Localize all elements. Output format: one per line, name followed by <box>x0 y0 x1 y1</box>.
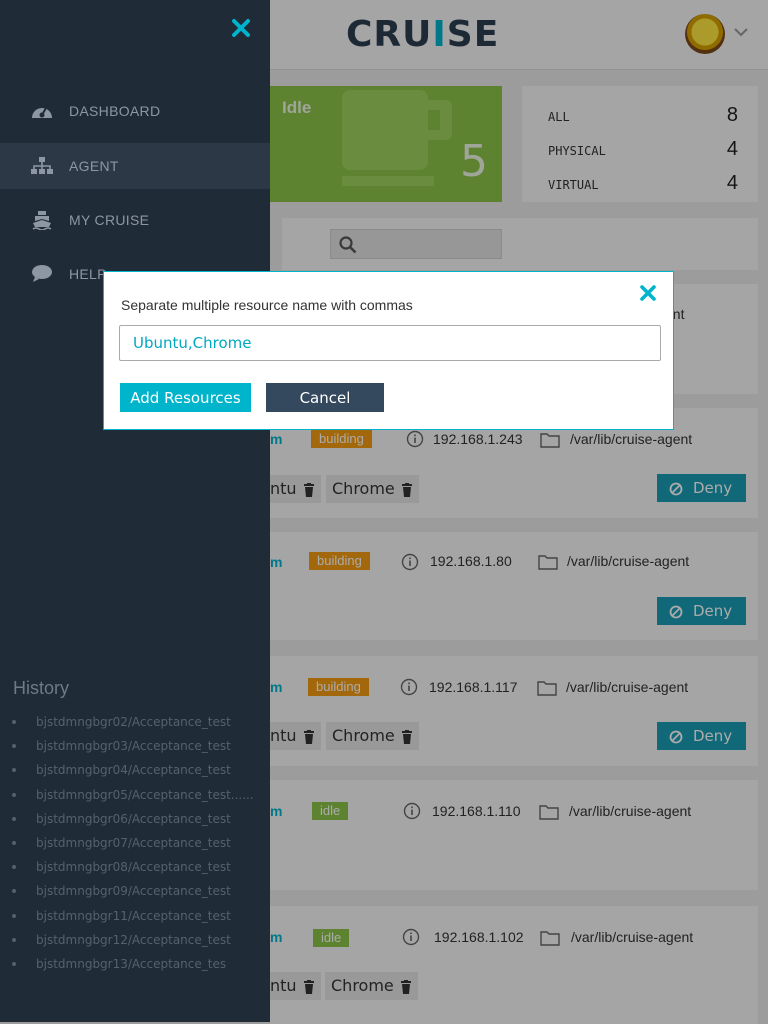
sitemap-icon <box>31 157 53 174</box>
history-item[interactable]: bjstdmngbgr12/Acceptance_test <box>12 930 254 954</box>
add-resources-dialog: Separate multiple resource name with com… <box>103 271 674 430</box>
dialog-instruction: Separate multiple resource name with com… <box>121 297 413 313</box>
close-icon[interactable] <box>639 284 657 302</box>
resource-name-input[interactable] <box>119 325 661 361</box>
history-item[interactable]: bjstdmngbgr04/Acceptance_test <box>12 760 254 784</box>
sidebar-item-dashboard[interactable]: DASHBOARD <box>0 88 270 134</box>
close-icon[interactable] <box>229 16 253 40</box>
add-resources-button[interactable]: Add Resources <box>120 383 251 412</box>
history-item[interactable]: bjstdmngbgr07/Acceptance_test <box>12 833 254 857</box>
sidebar: DASHBOARD AGENT MY CRUISE HELP History b… <box>0 0 270 1022</box>
history-item[interactable]: bjstdmngbgr09/Acceptance_test <box>12 881 254 905</box>
sidebar-item-label: AGENT <box>69 158 119 174</box>
sidebar-item-label: DASHBOARD <box>69 103 161 119</box>
sidebar-item-my-cruise[interactable]: MY CRUISE <box>0 197 270 243</box>
sidebar-item-label: MY CRUISE <box>69 212 150 228</box>
history-item[interactable]: bjstdmngbgr05/Acceptance_test...... <box>12 785 254 809</box>
sidebar-item-agent[interactable]: AGENT <box>0 143 270 189</box>
history-item[interactable]: bjstdmngbgr11/Acceptance_test <box>12 906 254 930</box>
history-list: bjstdmngbgr02/Acceptance_test bjstdmngbg… <box>12 712 254 978</box>
cancel-button[interactable]: Cancel <box>266 383 384 412</box>
history-item[interactable]: bjstdmngbgr02/Acceptance_test <box>12 712 254 736</box>
sidebar-item-label: HELP <box>69 266 107 282</box>
history-item[interactable]: bjstdmngbgr08/Acceptance_test <box>12 857 254 881</box>
dashboard-icon <box>32 107 52 118</box>
history-title: History <box>13 678 70 698</box>
comment-icon <box>32 265 52 282</box>
history-item[interactable]: bjstdmngbgr03/Acceptance_test <box>12 736 254 760</box>
ship-icon <box>32 211 52 230</box>
history-item[interactable]: bjstdmngbgr13/Acceptance_tes <box>12 954 254 978</box>
history-item[interactable]: bjstdmngbgr06/Acceptance_test <box>12 809 254 833</box>
